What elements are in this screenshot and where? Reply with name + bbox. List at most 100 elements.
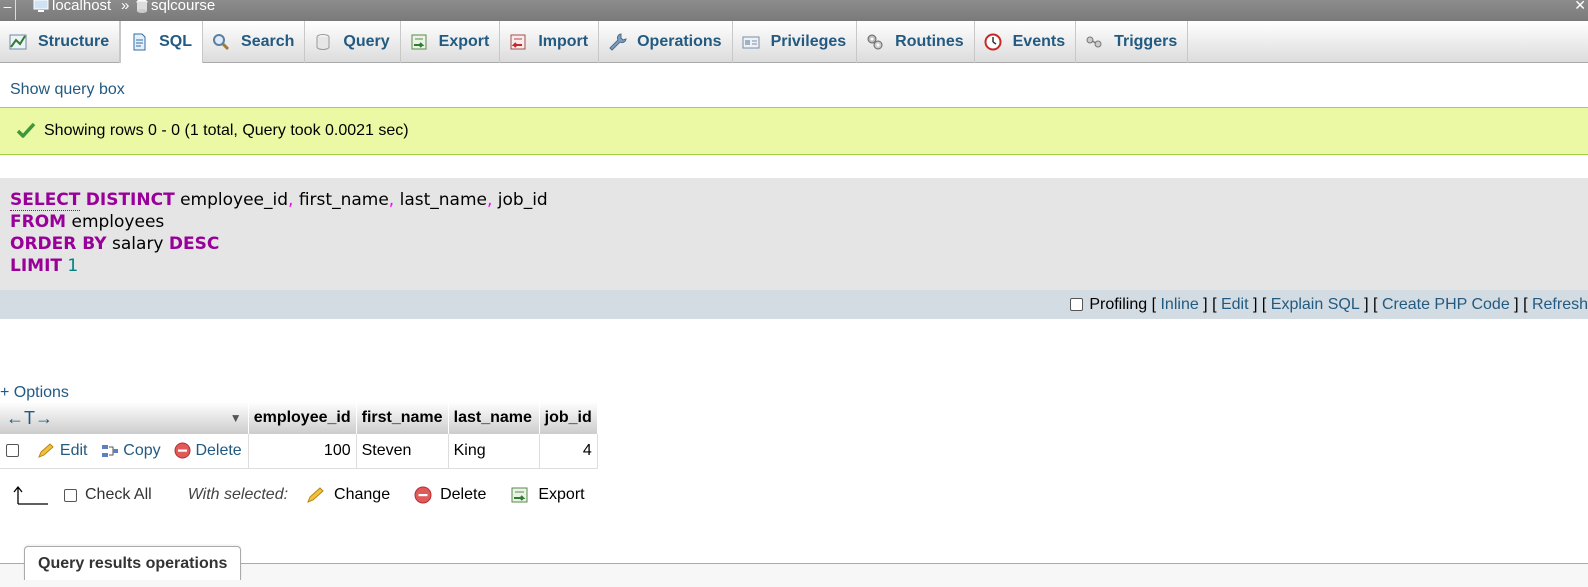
sql-order-column: salary <box>112 234 164 254</box>
routines-icon <box>867 34 883 50</box>
tab-triggers[interactable]: Triggers <box>1076 21 1189 63</box>
row-edit-link[interactable]: Edit <box>37 442 91 459</box>
breadcrumb-database-label: sqlcourse <box>151 0 216 14</box>
tab-operations-label: Operations <box>637 33 722 50</box>
tab-operations[interactable]: Operations <box>599 21 733 63</box>
tab-structure[interactable]: Structure <box>0 21 121 63</box>
breadcrumb-server[interactable]: localhost <box>33 0 111 13</box>
row-edit-label: Edit <box>59 441 88 459</box>
breadcrumb-separator: » <box>121 0 130 14</box>
cell-employee-id[interactable]: 100 <box>248 434 357 469</box>
tab-triggers-label: Triggers <box>1114 33 1178 50</box>
row-copy-link[interactable]: Copy <box>101 442 165 459</box>
bulk-change-button[interactable]: Change <box>306 486 390 504</box>
tab-privileges[interactable]: Privileges <box>733 21 858 63</box>
structure-icon <box>9 34 27 50</box>
sql-column: first_name <box>298 190 389 210</box>
cell-job-id[interactable]: 4 <box>539 434 598 469</box>
import-icon <box>510 34 526 50</box>
cell-last-name[interactable]: King <box>448 434 540 469</box>
results-table: ←T→ ▼ employee_id first_name last_name j… <box>0 402 598 469</box>
column-header-last-name[interactable]: last_name <box>448 402 540 434</box>
sql-column: last_name <box>399 190 487 210</box>
check-all-checkbox[interactable] <box>64 488 77 502</box>
triggers-icon <box>1086 36 1102 48</box>
bulk-delete-button[interactable]: Delete <box>414 486 486 504</box>
tab-search[interactable]: Search <box>203 21 306 63</box>
sql-limit-value: 1 <box>67 256 79 276</box>
bulk-actions-bar: Check All With selected: Change Delete E… <box>12 484 585 506</box>
show-query-box-link[interactable]: Show query box <box>10 81 125 99</box>
bulk-export-button[interactable]: Export <box>510 486 585 504</box>
tab-export-label: Export <box>438 33 490 50</box>
sql-table: employees <box>71 212 165 232</box>
main-tab-bar: Structure SQL Search Query Export Import… <box>0 21 1588 63</box>
delete-icon <box>414 486 432 504</box>
tab-events-label: Events <box>1012 33 1066 50</box>
sql-keyword-limit: LIMIT <box>10 256 62 276</box>
success-message-text: Showing rows 0 - 0 (1 total, Query took … <box>44 122 409 139</box>
table-row: Edit Copy Delete 100 Steven King 4 <box>0 434 598 469</box>
tab-sql-label: SQL <box>159 33 193 50</box>
sql-keyword-from: FROM <box>10 212 67 232</box>
tab-export[interactable]: Export <box>401 21 501 63</box>
bulk-export-label: Export <box>538 486 585 503</box>
export-icon <box>511 487 528 503</box>
row-copy-label: Copy <box>123 441 161 459</box>
search-icon <box>213 34 230 51</box>
row-delete-label: Delete <box>195 441 242 459</box>
explain-sql-link[interactable]: Explain SQL <box>1271 296 1360 314</box>
column-header-employee-id[interactable]: employee_id <box>248 402 357 434</box>
tab-sql[interactable]: SQL <box>120 21 204 63</box>
inline-edit-link[interactable]: Inline <box>1160 296 1198 314</box>
privileges-icon <box>742 36 760 49</box>
row-checkbox[interactable] <box>6 444 19 458</box>
sql-keyword-order-by: ORDER BY <box>10 234 107 254</box>
check-icon <box>16 122 36 138</box>
breadcrumb-server-label: localhost <box>52 0 112 14</box>
sql-line-4: LIMIT 1 <box>10 255 1578 277</box>
pencil-icon <box>38 442 55 458</box>
breadcrumb-database[interactable]: sqlcourse <box>136 0 215 13</box>
events-icon <box>984 33 1002 51</box>
tab-routines[interactable]: Routines <box>857 21 975 63</box>
tab-query-label: Query <box>343 33 390 50</box>
bulk-delete-label: Delete <box>440 486 487 503</box>
tab-events[interactable]: Events <box>975 21 1077 63</box>
sql-keyword-select[interactable]: SELECT <box>10 190 81 211</box>
arrow-ltr-icon <box>13 485 48 505</box>
tab-privileges-label: Privileges <box>770 33 847 50</box>
column-header-job-id[interactable]: job_id <box>539 402 598 434</box>
row-delete-link[interactable]: Delete <box>174 442 242 459</box>
bulk-change-label: Change <box>334 486 391 503</box>
edit-query-link[interactable]: Edit <box>1221 296 1249 314</box>
query-icon <box>316 34 330 50</box>
server-icon <box>33 0 49 12</box>
row-actions-cell: Edit Copy Delete <box>0 434 249 469</box>
tab-search-label: Search <box>241 33 295 50</box>
sql-icon <box>133 33 146 51</box>
check-all-label: Check All <box>85 486 152 503</box>
tab-routines-label: Routines <box>895 33 964 50</box>
tab-import[interactable]: Import <box>500 21 600 63</box>
options-toggle-link[interactable]: + Options <box>0 384 69 402</box>
create-php-code-link[interactable]: Create PHP Code <box>1382 296 1510 314</box>
column-header-first-name[interactable]: first_name <box>356 402 449 434</box>
actions-header: ←T→ ▼ <box>0 402 249 434</box>
profiling-checkbox[interactable] <box>1070 298 1084 311</box>
sql-comma: , <box>486 190 493 210</box>
sql-comma: , <box>388 190 395 210</box>
collapse-navigation-button[interactable]: – <box>0 0 16 20</box>
sort-dropdown-icon[interactable]: ▼ <box>230 411 242 425</box>
column-resize-arrows[interactable]: ←T→ <box>6 408 53 429</box>
cell-first-name[interactable]: Steven <box>356 434 449 469</box>
close-icon[interactable]: ✕ <box>1574 0 1586 12</box>
query-results-operations-tab[interactable]: Query results operations <box>24 546 242 580</box>
check-all[interactable]: Check All <box>64 486 152 504</box>
refresh-link[interactable]: Refresh <box>1532 296 1588 314</box>
sql-column: job_id <box>497 190 548 210</box>
tab-query[interactable]: Query <box>305 21 401 63</box>
profiling-label: Profiling <box>1089 295 1148 313</box>
sql-column: employee_id <box>180 190 289 210</box>
tab-structure-label: Structure <box>38 33 110 50</box>
